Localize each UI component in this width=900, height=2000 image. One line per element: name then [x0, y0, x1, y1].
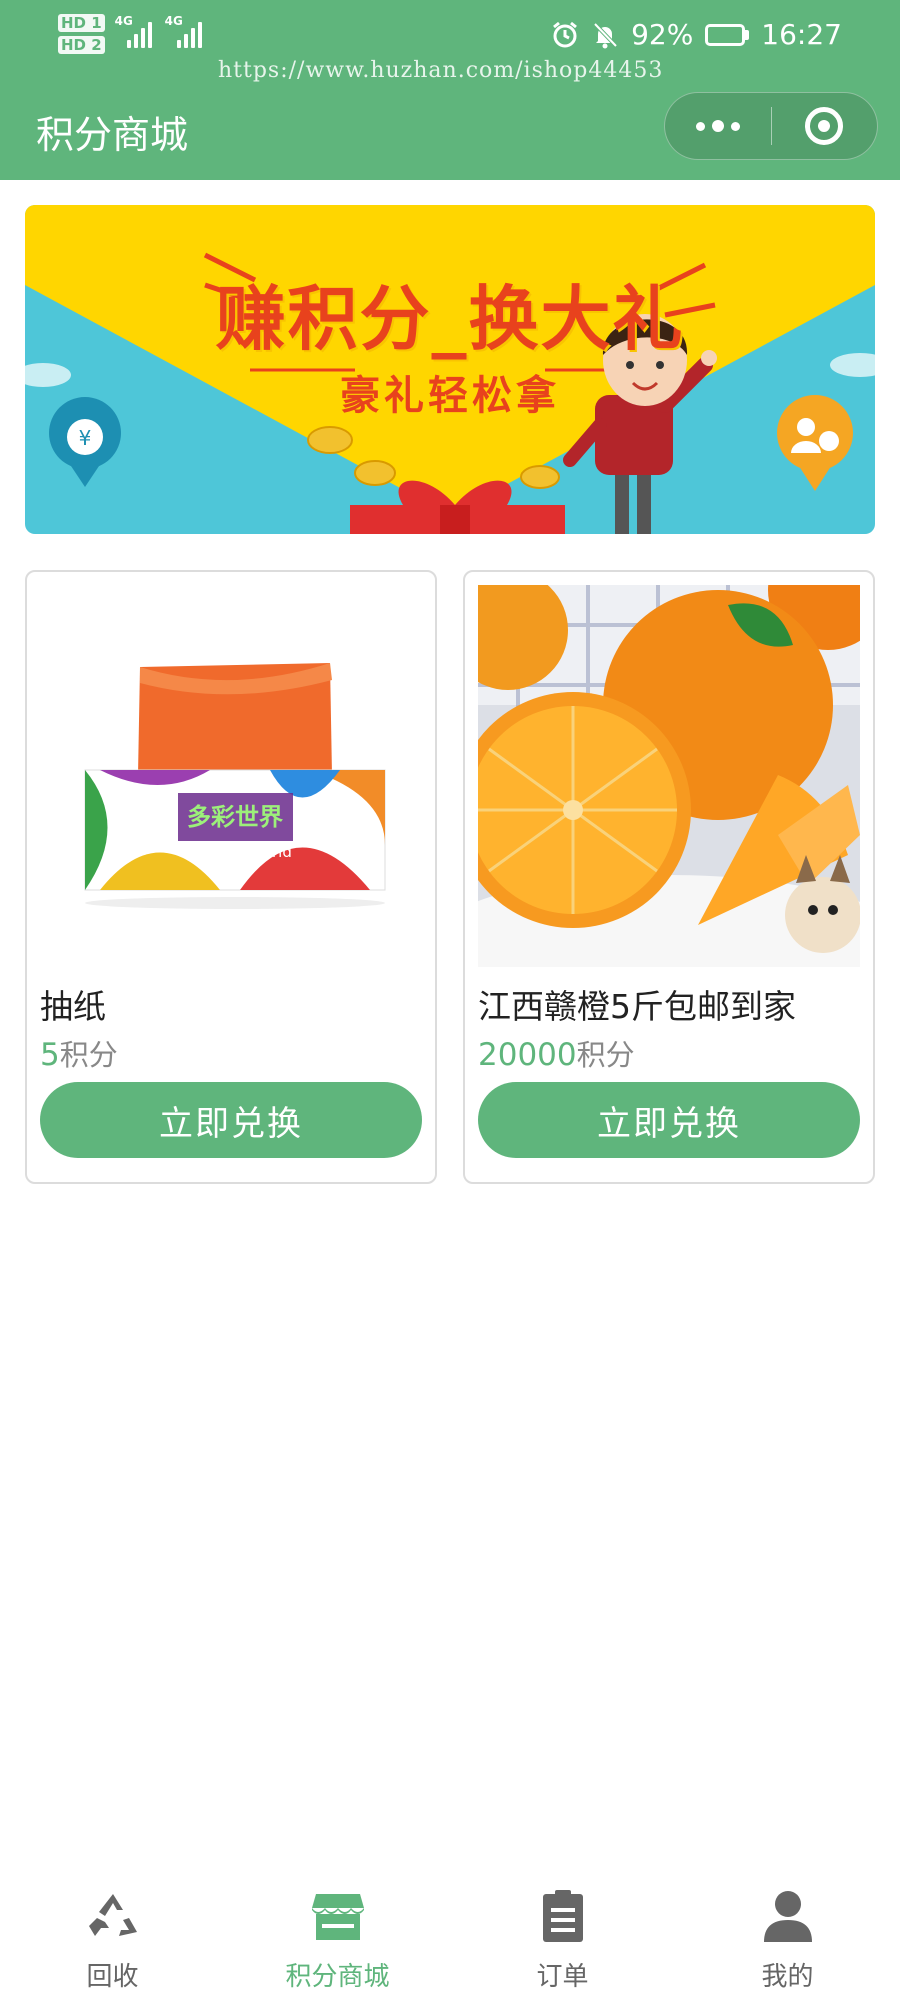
banner-subtitle: 豪礼轻松拿	[340, 373, 560, 419]
status-right: 92% 16:27	[551, 18, 842, 51]
product-points: 5积分	[40, 1032, 118, 1074]
page-title: 积分商城	[36, 113, 189, 157]
tab-recycle[interactable]: 回收	[0, 1868, 225, 2000]
tab-points-mall[interactable]: 积分商城	[225, 1868, 450, 2000]
product-card[interactable]: 江西赣橙5斤包邮到家 20000积分 立即兑换	[463, 570, 875, 1184]
bottom-tab-bar: 回收 积分商城 订单 我的	[0, 1868, 900, 2000]
hd2-badge: HD 2	[58, 36, 105, 54]
product-name: 江西赣橙5斤包邮到家	[478, 987, 796, 1026]
clock: 16:27	[761, 18, 842, 51]
watermark: https://www.huzhan.com/ishop44453	[218, 58, 664, 83]
points-value: 20000	[478, 1037, 577, 1073]
more-dots-icon[interactable]	[665, 93, 771, 159]
signal-1-icon: 4G	[115, 14, 155, 48]
tab-label: 我的	[761, 1962, 814, 1992]
bell-off-icon	[593, 22, 618, 48]
clipboard-icon	[542, 1890, 583, 1942]
hd1-badge: HD 1	[58, 14, 105, 32]
points-unit: 积分	[59, 1038, 118, 1072]
battery-icon	[705, 23, 750, 46]
product-points: 20000积分	[478, 1032, 635, 1074]
tab-label: 回收	[86, 1962, 139, 1992]
tab-label: 积分商城	[285, 1962, 390, 1992]
signal-group: HD 1 HD 2 4G 4G	[58, 14, 205, 54]
miniprogram-capsule	[664, 92, 878, 160]
redeem-button[interactable]: 立即兑换	[40, 1082, 422, 1158]
tissue-brand-en: Colourful world	[178, 843, 292, 861]
tab-mine[interactable]: 我的	[675, 1868, 900, 2000]
recycle-icon	[88, 1894, 137, 1936]
store-icon	[311, 1894, 364, 1940]
banner-title: 赚积分_换大礼	[215, 278, 685, 360]
tissue-box-image: 多彩世界 Colourful world	[40, 585, 422, 967]
redeem-button[interactable]: 立即兑换	[478, 1082, 860, 1158]
product-card[interactable]: 多彩世界 Colourful world 抽纸 5积分 立即兑换	[25, 570, 437, 1184]
tissue-brand-cn: 多彩世界	[187, 803, 283, 831]
target-close-icon[interactable]	[772, 93, 877, 159]
tab-label: 订单	[536, 1962, 589, 1992]
product-name: 抽纸	[40, 987, 106, 1026]
app-header: HD 1 HD 2 4G 4G 92% 16:27 https://www.hu…	[0, 0, 900, 180]
promo-banner[interactable]: ¥ 赚积分_换大礼 豪礼轻松拿	[25, 205, 875, 534]
points-unit: 积分	[576, 1038, 635, 1072]
user-icon	[763, 1891, 812, 1942]
svg-text:¥: ¥	[79, 426, 92, 450]
signal-2-icon: 4G	[165, 14, 205, 48]
alarm-icon	[553, 21, 577, 47]
tab-orders[interactable]: 订单	[450, 1868, 675, 2000]
points-value: 5	[40, 1037, 60, 1073]
orange-image	[478, 585, 860, 967]
battery-percent: 92%	[631, 18, 694, 51]
